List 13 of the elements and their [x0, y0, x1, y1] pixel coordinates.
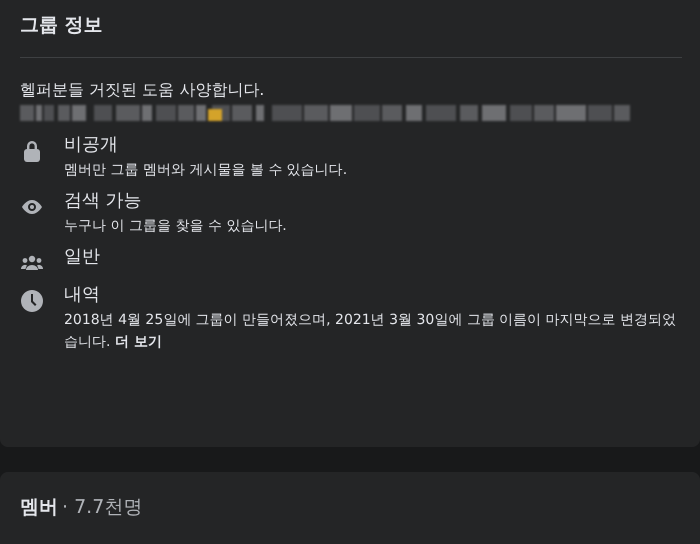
- item-title: 일반: [64, 245, 100, 269]
- see-more-link[interactable]: 더 보기: [114, 334, 162, 350]
- members-title: 멤버: [20, 496, 58, 518]
- clock-icon: [20, 289, 44, 313]
- group-description: 헬퍼분들 거짓된 도움 사양합니다.: [20, 79, 266, 101]
- item-description: 멤버만 그룹 멤버와 게시물을 볼 수 있습니다.: [64, 161, 348, 180]
- item-title: 비공개: [64, 133, 119, 157]
- card-title: 그룹 정보: [20, 13, 104, 38]
- item-description: 2018년 4월 25일에 그룹이 만들어졌으며, 2021년 3월 30일에 그룹 이름이 마지막으로 변경되었습니다. 더 보기: [64, 311, 678, 352]
- item-description: 누구나 이 그룹을 찾을 수 있습니다.: [64, 217, 287, 236]
- member-count: · 7.7천명: [62, 496, 142, 518]
- item-title: 내역: [64, 283, 101, 307]
- item-title: 검색 가능: [64, 189, 143, 213]
